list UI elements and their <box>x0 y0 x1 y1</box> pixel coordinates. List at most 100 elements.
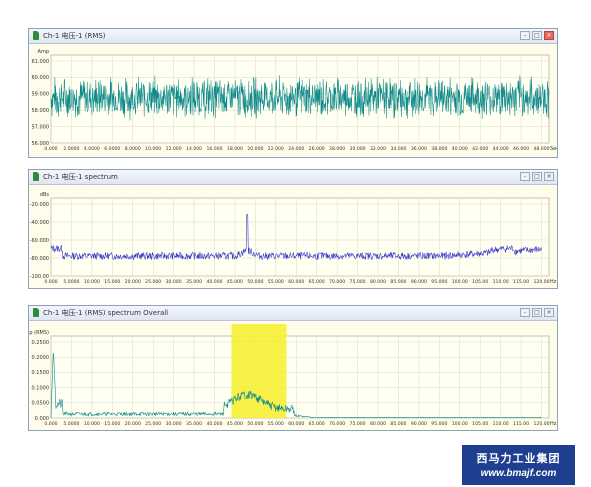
y-tick-label: -60.000 <box>30 238 49 244</box>
y-tick-label: 56.000 <box>32 141 50 147</box>
y-tick-label: 0.000 <box>35 416 49 422</box>
maximize-button[interactable]: □ <box>532 172 542 181</box>
spectrum-window: Ch-1 电压-1 spectrum - □ × -20.000 -40.000-… <box>28 169 558 289</box>
channel-icon <box>33 31 39 40</box>
y-tick-label: 57.000 <box>32 124 50 130</box>
x-tick-label: 45.000 <box>227 279 243 285</box>
y-tick-label: 58.000 <box>32 108 50 114</box>
title-bar[interactable]: Ch-1 电压-1 spectrum - □ × <box>29 170 557 185</box>
x-tick-label: 5.0000 <box>63 279 79 285</box>
x-tick-label: 70.000 <box>329 421 345 427</box>
x-tick-label: 55.000 <box>268 421 284 427</box>
x-tick-label: 36.000 <box>411 146 427 152</box>
x-tick-label: 6.0000 <box>104 146 120 152</box>
x-tick-label: 50.000 <box>247 421 263 427</box>
close-button[interactable]: × <box>544 31 554 40</box>
x-tick-label: 80.000 <box>370 421 386 427</box>
x-tick-label: 30.000 <box>166 421 182 427</box>
x-tick-label: 65.000 <box>309 421 325 427</box>
spectrum-chart: -20.000 -40.000 -60.000 -80.000 -100.000.000… <box>30 192 557 285</box>
maximize-button[interactable]: □ <box>532 308 542 317</box>
x-tick-label: 100.00 <box>452 279 468 285</box>
x-tick-label: 60.000 <box>288 279 304 285</box>
brand-name: 西马力工业集团 <box>476 452 561 465</box>
minimize-button[interactable]: - <box>520 31 530 40</box>
x-tick-label: 75.000 <box>350 421 366 427</box>
window-title: Ch-1 电压-1 (RMS) spectrum Overall <box>43 309 169 317</box>
title-bar[interactable]: Ch-1 电压-1 (RMS) - □ × <box>29 29 557 44</box>
y-axis-label: Amp (RMS) <box>29 330 49 336</box>
x-tick-label: 22.000 <box>268 146 284 152</box>
x-tick-label: 105.00 <box>472 421 488 427</box>
x-tick-label: 40.000 <box>452 146 468 152</box>
close-button[interactable]: × <box>544 308 554 317</box>
minimize-button[interactable]: - <box>520 172 530 181</box>
rms-spectrum-window: Ch-1 电压-1 (RMS) spectrum Overall - □ × 0… <box>28 305 558 431</box>
x-tick-label: 10.000 <box>145 146 161 152</box>
x-tick-label: 30.000 <box>350 146 366 152</box>
y-tick-label: 0.1500 <box>32 370 50 376</box>
time-waveform-chart: 61.000 60.000 59.000 58.000 57.000 56.0000.00… <box>32 49 558 152</box>
plot-area <box>50 197 550 277</box>
channel-icon <box>33 308 39 317</box>
x-tick-label: 44.000 <box>493 146 509 152</box>
highlight-band <box>231 324 287 418</box>
x-tick-label: 8.0000 <box>125 146 141 152</box>
x-tick-label: 15.000 <box>104 279 120 285</box>
x-tick-label: 85.000 <box>390 279 406 285</box>
x-tick-label: 28.000 <box>329 146 345 152</box>
y-tick-label: 61.000 <box>32 59 50 65</box>
x-tick-label: 10.000 <box>84 421 100 427</box>
y-tick-label: 0.2500 <box>32 340 50 346</box>
y-tick-label: 0.0500 <box>32 401 50 407</box>
x-tick-label: 55.000 <box>268 279 284 285</box>
x-tick-label: 40.000 <box>206 279 222 285</box>
y-tick-label: 60.000 <box>32 75 50 81</box>
x-tick-label: 70.000 <box>329 279 345 285</box>
x-tick-label: 24.000 <box>288 146 304 152</box>
minimize-button[interactable]: - <box>520 308 530 317</box>
x-tick-label: 15.000 <box>104 421 120 427</box>
x-tick-label: 110.00 <box>493 421 509 427</box>
channel-icon <box>33 172 39 181</box>
x-tick-label: 4.0000 <box>84 146 100 152</box>
x-axis-unit: Hz <box>550 421 557 427</box>
y-tick-label: -100.00 <box>30 274 49 280</box>
x-tick-label: 65.000 <box>309 279 325 285</box>
x-tick-label: 25.000 <box>145 421 161 427</box>
x-tick-label: 18.000 <box>227 146 243 152</box>
brand-url: www.bmajf.com <box>480 468 557 479</box>
x-tick-label: 115.00 <box>513 279 529 285</box>
x-tick-label: 35.000 <box>186 421 202 427</box>
x-tick-label: 14.000 <box>186 146 202 152</box>
x-tick-label: 95.000 <box>431 421 447 427</box>
rms-spectrum-chart: 0.2500 0.2000 0.1500 0.1000 0.0500 0.0000.000… <box>29 324 557 427</box>
y-tick-label: -80.000 <box>30 256 49 262</box>
x-tick-label: 45.000 <box>227 421 243 427</box>
x-tick-label: 2.0000 <box>63 146 79 152</box>
x-tick-label: 120.00 <box>533 279 549 285</box>
x-tick-label: 95.000 <box>431 279 447 285</box>
close-button[interactable]: × <box>544 172 554 181</box>
maximize-button[interactable]: □ <box>532 31 542 40</box>
x-tick-label: 80.000 <box>370 279 386 285</box>
window-title: Ch-1 电压-1 spectrum <box>43 173 118 181</box>
x-tick-label: 30.000 <box>166 279 182 285</box>
title-bar[interactable]: Ch-1 电压-1 (RMS) spectrum Overall - □ × <box>29 306 557 321</box>
x-tick-label: 42.000 <box>472 146 488 152</box>
x-tick-label: 105.00 <box>472 279 488 285</box>
y-tick-label: 0.1000 <box>32 385 50 391</box>
brand-logo: 西马力工业集团 www.bmajf.com <box>462 445 575 485</box>
x-tick-label: 20.000 <box>125 421 141 427</box>
x-tick-label: 40.000 <box>206 421 222 427</box>
x-tick-label: 115.00 <box>513 421 529 427</box>
x-tick-label: 5.0000 <box>63 421 79 427</box>
x-tick-label: 60.000 <box>288 421 304 427</box>
x-tick-label: 100.00 <box>452 421 468 427</box>
x-tick-label: 34.000 <box>390 146 406 152</box>
time-waveform-window: Ch-1 电压-1 (RMS) - □ × 61.000 60.000 59.000… <box>28 28 558 158</box>
y-axis-label: Amp <box>38 49 49 55</box>
window-title: Ch-1 电压-1 (RMS) <box>43 32 106 40</box>
x-tick-label: 0.000 <box>44 421 57 427</box>
x-tick-label: 10.000 <box>84 279 100 285</box>
